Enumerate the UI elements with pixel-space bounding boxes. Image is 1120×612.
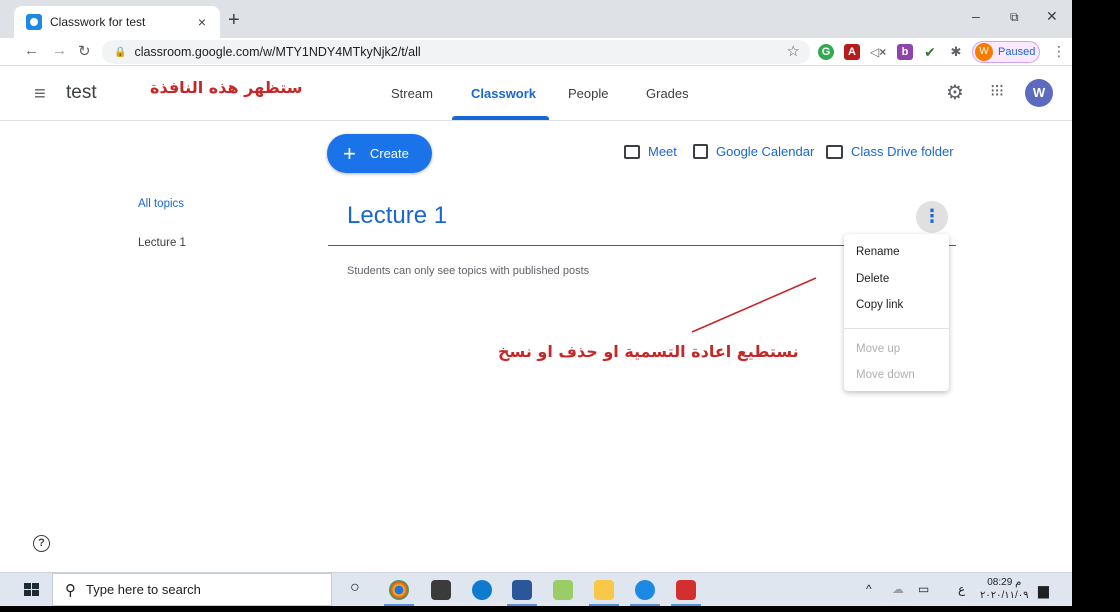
profile-avatar: W — [975, 43, 993, 61]
apps-grid-icon[interactable]: ⁝⁝⁝ — [990, 81, 1004, 101]
address-bar[interactable]: 🔒 classroom.google.com/w/MTY1NDY4MTkyNjk… — [102, 40, 810, 64]
cloud-icon[interactable]: ☁ — [892, 582, 904, 596]
lock-icon: 🔒 — [114, 46, 127, 58]
tab-classwork[interactable]: Classwork — [471, 86, 536, 101]
chevron-up-icon[interactable]: ^ — [866, 582, 872, 596]
profile-button[interactable]: W Paused — [972, 41, 1040, 63]
tab-stream[interactable]: Stream — [391, 86, 433, 101]
clock-date: ٢٠٢٠/١١/٠٩ — [980, 590, 1029, 601]
notification-icon[interactable]: ▆ — [1038, 582, 1049, 599]
puzzle-extensions-icon[interactable]: ✱ — [948, 44, 964, 60]
menu-item-move-up: Move up — [856, 342, 901, 355]
calendar-label: Google Calendar — [716, 144, 815, 159]
topic-title: Lecture 1 — [347, 202, 448, 229]
taskbar-clock[interactable]: 08:29 م ٢٠٢٠/١١/٠٩ — [980, 576, 1029, 602]
menu-item-copy-link[interactable]: Copy link — [844, 297, 949, 324]
profile-status: Paused — [998, 46, 1036, 58]
chrome-taskbar-icon[interactable] — [389, 580, 409, 600]
acrobat-active-indicator — [671, 604, 701, 606]
bookmark-star-icon[interactable]: ☆ — [787, 42, 800, 60]
windows-taskbar: ⚲ Type here to search ○ ^ ☁ ▭ ع 08:29 م … — [0, 572, 1072, 606]
acrobat-taskbar-icon[interactable] — [676, 580, 696, 600]
menu-item-move-down: Move down — [856, 369, 915, 381]
gear-icon[interactable]: ⚙ — [946, 80, 964, 105]
annotation-window-note: ستظهر هذه النافذة — [150, 78, 303, 97]
new-tab-button[interactable]: + — [228, 10, 240, 30]
meet-label: Meet — [648, 144, 677, 159]
video-camera-icon — [624, 144, 640, 159]
topic-list-item-lecture-1[interactable]: Lecture 1 — [138, 237, 186, 249]
plus-icon: + — [343, 140, 356, 166]
chrome-active-indicator — [384, 604, 414, 606]
keyboard-icon[interactable]: ▭ — [918, 582, 929, 596]
topic-list: All topics Lecture 1 — [138, 198, 186, 276]
paint-taskbar-icon[interactable] — [553, 580, 573, 600]
create-label: Create — [369, 146, 409, 161]
classroom-favicon-icon — [26, 14, 42, 30]
edge-taskbar-icon[interactable] — [472, 580, 492, 600]
tab-close-icon[interactable]: × — [194, 14, 210, 30]
calendar-icon — [693, 144, 708, 159]
taskbar-search-text: Type here to search — [86, 582, 201, 597]
meet-link[interactable]: Meet — [624, 144, 677, 159]
search-icon: ⚲ — [65, 581, 76, 599]
tab-people[interactable]: People — [568, 86, 608, 101]
class-name[interactable]: test — [66, 82, 97, 104]
close-window-button[interactable]: ✕ — [1046, 8, 1058, 25]
forward-arrow-icon[interactable]: → — [52, 42, 67, 59]
cortana-icon[interactable]: ○ — [350, 579, 360, 597]
menu-item-rename[interactable]: Rename — [844, 244, 949, 271]
browser-menu-icon[interactable]: ⋮ — [1052, 43, 1066, 60]
active-tab-indicator — [452, 116, 549, 120]
word-active-indicator — [507, 604, 537, 606]
reload-icon[interactable]: ↻ — [78, 42, 91, 60]
browser-tab[interactable]: Classwork for test × — [14, 6, 220, 38]
tab-grades[interactable]: Grades — [646, 86, 689, 101]
menu-item-delete[interactable]: Delete — [844, 271, 949, 298]
globe-taskbar-icon[interactable] — [635, 580, 655, 600]
pdf-extension-icon[interactable]: A — [844, 44, 860, 60]
hamburger-menu-icon[interactable]: ≡ — [34, 83, 46, 106]
word-taskbar-icon[interactable] — [512, 580, 532, 600]
store-taskbar-icon[interactable] — [431, 580, 451, 600]
browser-toolbar: ← → ↻ 🔒 classroom.google.com/w/MTY1NDY4M… — [0, 38, 1072, 66]
b-extension-icon[interactable]: b — [897, 44, 913, 60]
clock-time: 08:29 م — [987, 577, 1022, 588]
language-indicator[interactable]: ع — [958, 582, 965, 596]
minimize-button[interactable]: – — [972, 8, 980, 24]
menu-divider — [844, 327, 949, 329]
topic-list-item-all[interactable]: All topics — [138, 198, 186, 210]
class-drive-folder-link[interactable]: Class Drive folder — [826, 144, 954, 159]
avatar[interactable]: W — [1025, 79, 1053, 107]
help-icon[interactable]: ? — [33, 535, 50, 552]
google-calendar-link[interactable]: Google Calendar — [693, 144, 814, 159]
url-text: classroom.google.com/w/MTY1NDY4MTkyNjk2/… — [134, 45, 421, 59]
grammarly-extension-icon[interactable]: G — [818, 44, 834, 60]
restore-button[interactable]: ⧉ — [1010, 10, 1019, 25]
mute-extension-icon[interactable]: ◁× — [870, 44, 886, 60]
taskbar-search-box[interactable]: ⚲ Type here to search — [52, 573, 332, 606]
annotation-menu-note: نستطيع اعادة التسمية او حذف او نسخ — [498, 342, 799, 361]
explorer-active-indicator — [589, 604, 619, 606]
annotation-arrow — [691, 277, 817, 333]
windows-start-icon[interactable] — [24, 583, 40, 597]
topic-note: Students can only see topics with publis… — [347, 265, 590, 277]
screen-edge — [1072, 0, 1120, 612]
folder-icon — [826, 144, 843, 159]
topic-options-menu: Rename Delete Copy link Move up Move dow… — [844, 234, 949, 391]
classroom-header: ≡ test ستظهر هذه النافذة Stream Classwor… — [0, 66, 1072, 121]
topic-options-icon[interactable]: ⋮ — [916, 201, 948, 233]
globe-active-indicator — [630, 604, 660, 606]
create-button[interactable]: + Create — [327, 134, 432, 173]
drive-folder-label: Class Drive folder — [851, 144, 954, 159]
browser-window: Classwork for test × + – ⧉ ✕ ← → ↻ 🔒 cla… — [0, 0, 1072, 606]
explorer-taskbar-icon[interactable] — [594, 580, 614, 600]
tab-title: Classwork for test — [50, 15, 146, 29]
back-arrow-icon[interactable]: ← — [24, 42, 39, 59]
checkmark-extension-icon[interactable]: ✔ — [922, 44, 938, 60]
tab-strip: Classwork for test × + – ⧉ ✕ — [0, 0, 1072, 38]
